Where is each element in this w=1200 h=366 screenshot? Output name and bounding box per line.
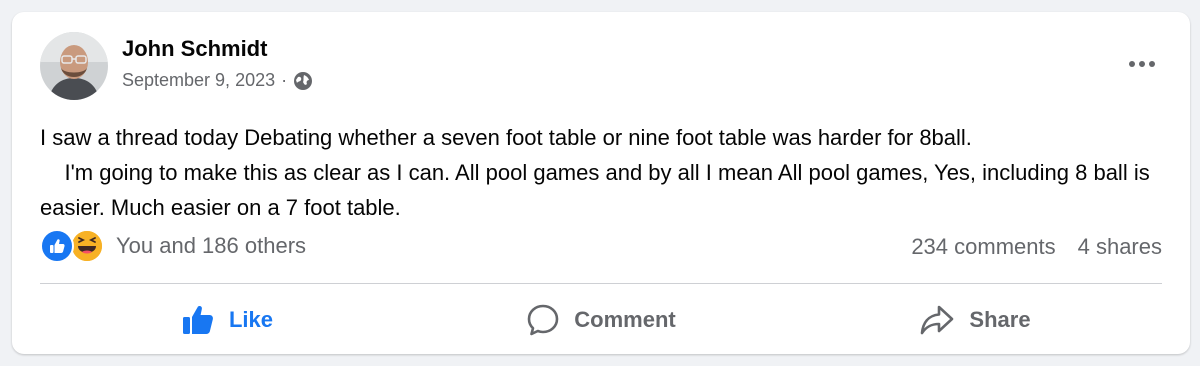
more-options-button[interactable] xyxy=(1124,52,1160,76)
shares-count[interactable]: 4 shares xyxy=(1078,234,1162,260)
author-name[interactable]: John Schmidt xyxy=(122,36,267,62)
share-icon xyxy=(921,305,954,335)
reaction-icons xyxy=(40,229,106,263)
reactions-count[interactable]: You and 186 others xyxy=(116,233,306,259)
comment-label: Comment xyxy=(574,307,676,332)
post-date[interactable]: September 9, 2023 xyxy=(122,70,275,91)
like-button[interactable]: Like xyxy=(40,292,414,348)
like-label: Like xyxy=(228,307,274,332)
comment-icon xyxy=(527,304,559,336)
engagement-counts: 234 comments 4 shares xyxy=(911,234,1162,260)
divider xyxy=(40,283,1162,284)
post-card: John Schmidt September 9, 2023 · I saw a… xyxy=(12,12,1190,354)
meta-separator: · xyxy=(281,70,288,90)
comments-count[interactable]: 234 comments xyxy=(911,234,1055,260)
post-meta: September 9, 2023 · xyxy=(122,70,313,91)
share-label: Share xyxy=(969,307,1031,332)
action-bar: Like Comment Share xyxy=(40,292,1162,348)
like-reaction-icon xyxy=(40,229,74,263)
more-dots-icon xyxy=(1129,61,1155,67)
share-button[interactable]: Share xyxy=(788,292,1162,348)
globe-icon[interactable] xyxy=(293,71,313,91)
post-body: I saw a thread today Debating whether a … xyxy=(40,125,1150,220)
comment-button[interactable]: Comment xyxy=(414,292,788,348)
avatar[interactable] xyxy=(40,32,108,100)
haha-reaction-icon xyxy=(70,229,104,263)
reactions-summary[interactable]: You and 186 others xyxy=(40,229,306,263)
thumbs-up-icon xyxy=(182,305,213,334)
